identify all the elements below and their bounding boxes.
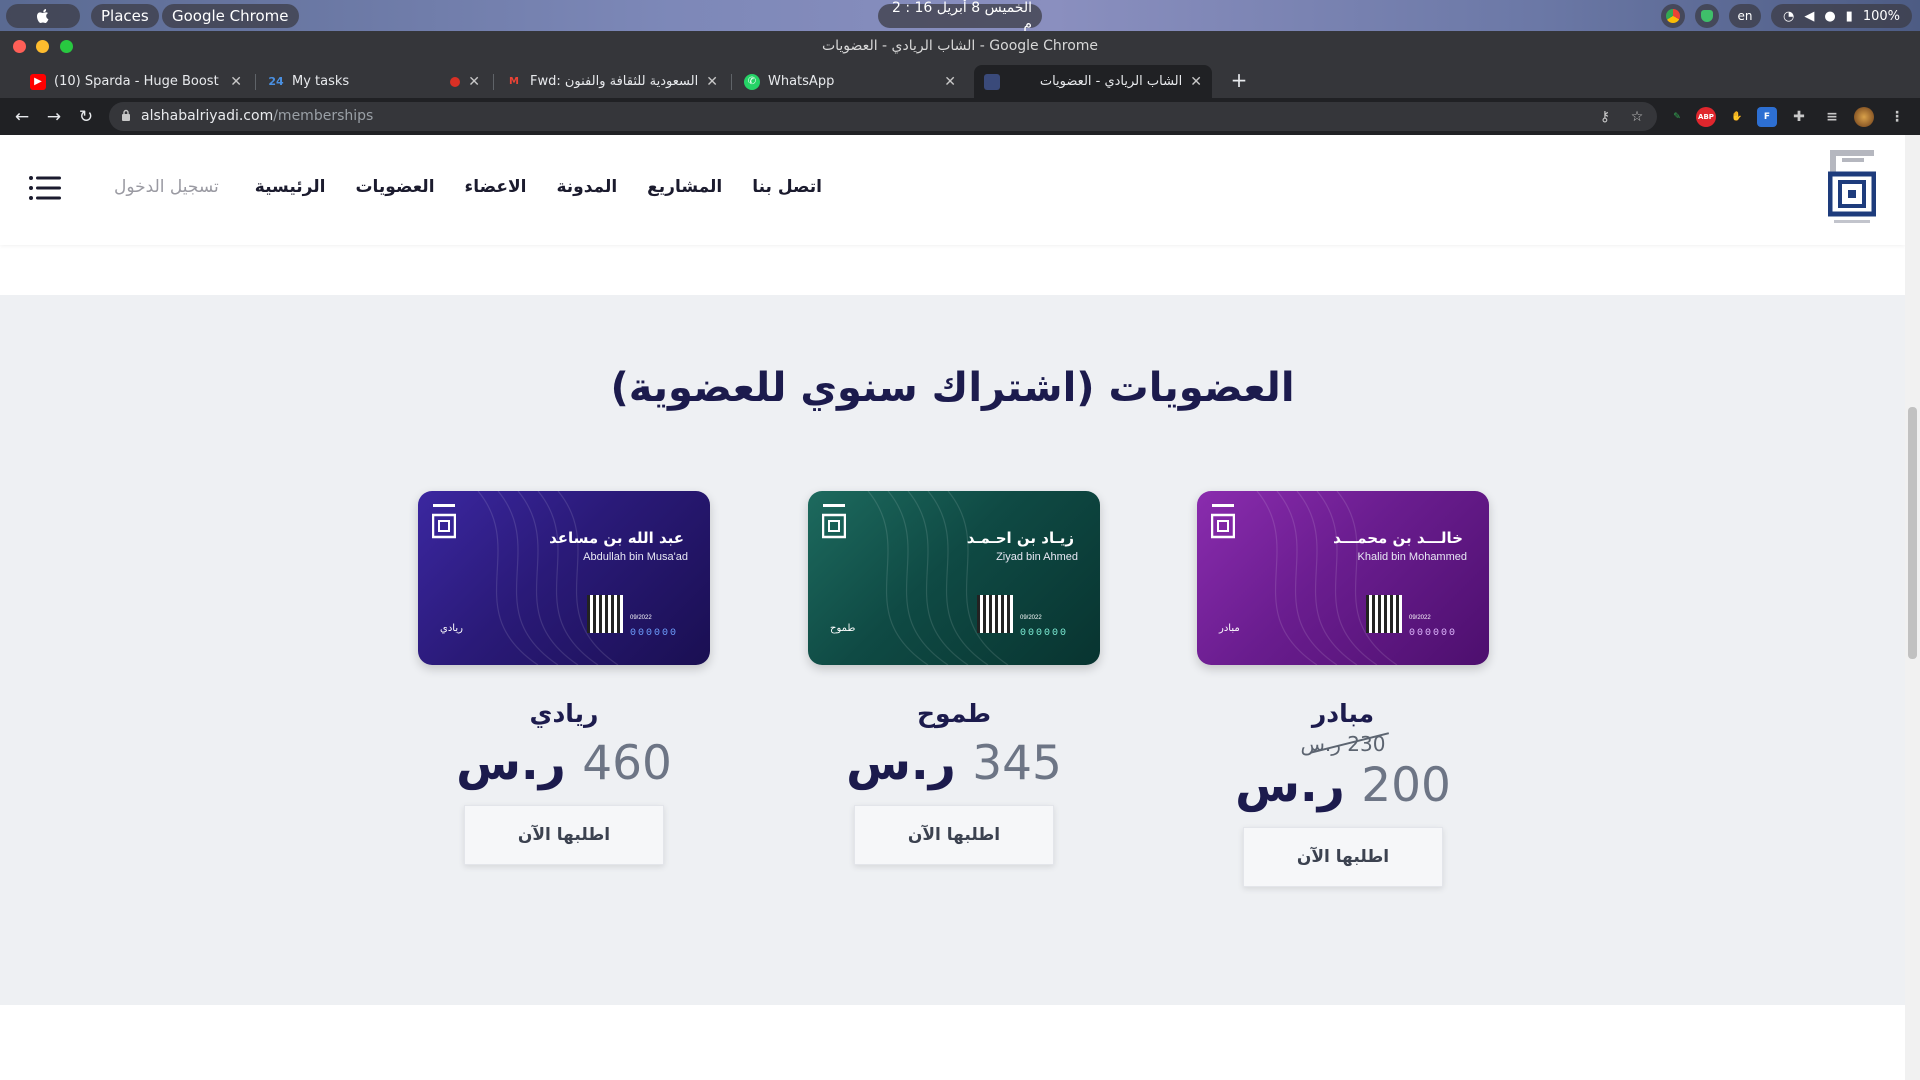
page-scrollbar[interactable] [1905, 135, 1920, 1080]
browser-toolbar: ← → ↻ alshabalriyadi.com/memberships ⚷ ☆… [0, 98, 1920, 135]
places-menu[interactable]: Places [91, 4, 159, 28]
maximize-window-button[interactable] [60, 40, 73, 53]
tab-memberships[interactable]: الشاب الريادي - العضويات ✕ [974, 65, 1212, 98]
tab-my-tasks[interactable]: 24 My tasks ✕ [258, 65, 490, 98]
puzzle-extension-icon[interactable]: ✚ [1789, 107, 1809, 127]
card-logo-icon [432, 504, 456, 539]
gmail-icon: M [509, 76, 519, 87]
whatsapp-icon: ✆ [744, 73, 760, 90]
wifi-icon: ◔ [1782, 8, 1795, 24]
close-tab-icon[interactable]: ✕ [706, 74, 718, 90]
membership-tamooh: زيـاد بن احـمـد Ziyad bin Ahmed 09/2022 … [808, 491, 1100, 865]
shield-tray-icon[interactable] [1694, 4, 1719, 28]
nav-home[interactable]: الرئيسية [255, 177, 326, 197]
key-icon[interactable]: ⚷ [1595, 107, 1615, 127]
os-top-bar: Places Google Chrome الخميس 8 أبريل 16 :… [0, 0, 1920, 32]
site-header: الرئيسية العضويات الاعضاء المدونة المشار… [0, 135, 1905, 245]
pen-extension-icon[interactable]: ✎ [1667, 107, 1687, 127]
minimize-window-button[interactable] [36, 40, 49, 53]
hand-extension-icon[interactable]: ✋ [1727, 107, 1747, 127]
scrollbar-thumb[interactable] [1908, 407, 1917, 659]
reading-list-icon[interactable]: ≡ [1822, 107, 1842, 127]
language-indicator[interactable]: en [1728, 4, 1761, 28]
window-title-bar: الشاب الريادي - العضويات - Google Chrome [0, 31, 1920, 62]
close-window-button[interactable] [13, 40, 26, 53]
chrome-tray-icon[interactable] [1660, 4, 1685, 28]
web-page: الرئيسية العضويات الاعضاء المدونة المشار… [0, 135, 1905, 1080]
order-now-button[interactable]: اطلبها الآن [1243, 827, 1443, 887]
close-tab-icon[interactable]: ✕ [468, 74, 480, 90]
order-now-button[interactable]: اطلبها الآن [464, 805, 664, 865]
profile-avatar[interactable] [1854, 107, 1874, 127]
back-button[interactable]: ← [10, 105, 34, 129]
site-favicon [984, 73, 1000, 90]
price: 200 ر.س [1235, 758, 1451, 813]
apple-icon [37, 9, 49, 23]
memberships-section: العضويات (اشتراك سنوي للعضوية) خالـــد ب… [0, 295, 1905, 1005]
tasks-icon: 24 [268, 75, 284, 88]
membership-mubader: خالـــد بن محمـــد Khalid bin Mohammed 0… [1197, 491, 1489, 887]
recording-dot-icon [450, 76, 461, 87]
app-menu[interactable]: Google Chrome [162, 4, 299, 28]
tab-gmail[interactable]: M Fwd: الهيئة السعودية للثقافة والفنون ✕ [496, 65, 728, 98]
window-title: الشاب الريادي - العضويات - Google Chrome [821, 38, 1099, 54]
apple-menu[interactable] [6, 4, 80, 28]
star-icon[interactable]: ☆ [1627, 107, 1647, 127]
tab-youtube[interactable]: ▶ (10) Sparda - Huge Boost - O ✕ [20, 65, 252, 98]
tier-name: مبادر [1311, 699, 1375, 728]
old-price: 230 ر.س [1300, 732, 1386, 756]
section-title: العضويات (اشتراك سنوي للعضوية) [610, 365, 1295, 411]
membership-riyadi: عبد الله بن مساعد Abdullah bin Musa'ad 0… [418, 491, 710, 865]
login-link[interactable]: تسجيل الدخول [114, 177, 219, 197]
tier-name: ريادي [529, 699, 599, 728]
close-tab-icon[interactable]: ✕ [230, 74, 242, 90]
main-nav: الرئيسية العضويات الاعضاء المدونة المشار… [255, 177, 822, 197]
nav-members[interactable]: الاعضاء [465, 177, 527, 197]
membership-card-image: خالـــد بن محمـــد Khalid bin Mohammed 0… [1197, 491, 1489, 665]
price: 460 ر.س [456, 736, 672, 791]
site-logo[interactable] [1828, 148, 1876, 230]
tab-strip: ▶ (10) Sparda - Huge Boost - O ✕ 24 My t… [0, 62, 1920, 98]
close-tab-icon[interactable]: ✕ [1190, 74, 1202, 90]
system-tray[interactable]: ◔ ◀ ● ▮ 100% [1770, 4, 1912, 28]
volume-icon: ◀ [1804, 8, 1815, 24]
url-text: alshabalriyadi.com/memberships [141, 108, 374, 124]
qr-code-icon [977, 595, 1013, 633]
qr-code-icon [587, 595, 623, 633]
new-tab-button[interactable]: + [1226, 67, 1252, 93]
clock[interactable]: الخميس 8 أبريل 16 : 2 م [878, 0, 1042, 32]
address-bar[interactable]: alshabalriyadi.com/memberships ⚷ ☆ [109, 102, 1657, 131]
tab-whatsapp[interactable]: ✆ WhatsApp ✕ [734, 65, 966, 98]
adblock-extension-icon[interactable]: ABP [1696, 107, 1716, 127]
nav-contact[interactable]: اتصل بنا [752, 177, 822, 197]
nav-memberships[interactable]: العضويات [355, 177, 434, 197]
battery-percent: 100% [1862, 8, 1900, 24]
translate-extension-icon[interactable]: F [1757, 107, 1777, 127]
qr-code-icon [1366, 595, 1402, 633]
membership-card-image: زيـاد بن احـمـد Ziyad bin Ahmed 09/2022 … [808, 491, 1100, 665]
reload-button[interactable]: ↻ [74, 105, 98, 129]
nav-blog[interactable]: المدونة [556, 177, 617, 197]
card-logo-icon [1211, 504, 1235, 539]
price: 345 ر.س [846, 736, 1062, 791]
battery-icon: ▮ [1845, 8, 1853, 24]
card-logo-icon [822, 504, 846, 539]
membership-card-image: عبد الله بن مساعد Abdullah bin Musa'ad 0… [418, 491, 710, 665]
close-tab-icon[interactable]: ✕ [944, 74, 956, 90]
hamburger-menu-icon[interactable] [29, 175, 61, 201]
lock-icon [122, 109, 130, 121]
microphone-icon: ● [1824, 8, 1836, 24]
tier-name: طموح [917, 699, 991, 728]
nav-projects[interactable]: المشاريع [647, 177, 722, 197]
youtube-icon: ▶ [30, 73, 46, 90]
forward-button[interactable]: → [42, 105, 66, 129]
chrome-menu-icon[interactable]: ⋮ [1887, 107, 1907, 127]
order-now-button[interactable]: اطلبها الآن [854, 805, 1054, 865]
